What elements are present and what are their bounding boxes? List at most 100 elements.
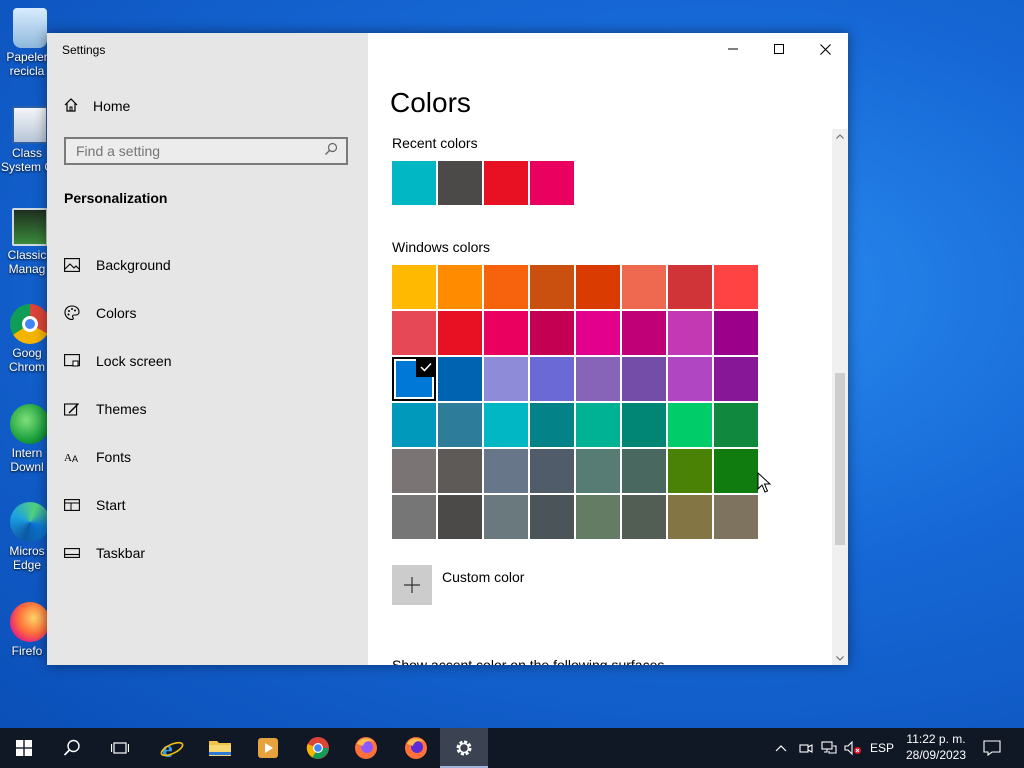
window-controls [710,33,848,65]
camera-icon [799,744,813,753]
color-swatch[interactable] [392,265,436,309]
color-swatch[interactable] [714,357,758,401]
color-swatch[interactable] [668,403,712,447]
color-swatch[interactable] [668,311,712,355]
color-swatch[interactable] [484,357,528,401]
sidebar-item-taskbar[interactable]: Taskbar [47,529,368,577]
color-swatch[interactable] [530,265,574,309]
taskbar-internet-explorer[interactable]: e [148,728,196,768]
scrollbar[interactable] [832,129,848,665]
scroll-down-icon[interactable] [832,651,848,665]
volume-button[interactable] [842,728,864,768]
language-indicator[interactable]: ESP [868,728,896,768]
sidebar-item-lock-screen[interactable]: Lock screen [47,337,368,385]
color-swatch[interactable] [714,265,758,309]
task-view-button[interactable] [96,728,144,768]
taskbar-search-button[interactable] [48,728,96,768]
color-swatch[interactable] [668,357,712,401]
color-swatch[interactable] [438,403,482,447]
color-swatch[interactable] [622,311,666,355]
color-swatch[interactable] [484,449,528,493]
color-swatch[interactable] [438,265,482,309]
search-icon[interactable] [324,142,338,161]
taskbar-file-explorer[interactable] [196,728,244,768]
color-swatch[interactable] [484,403,528,447]
taskbar-firefox[interactable] [342,728,390,768]
color-swatch[interactable] [484,311,528,355]
color-swatch[interactable] [668,495,712,539]
taskbar-media-player[interactable] [244,728,292,768]
sidebar-item-home[interactable]: Home [63,95,130,117]
network-button[interactable] [818,728,840,768]
chevron-up-icon [775,745,787,752]
notifications-button[interactable] [978,728,1006,768]
search-box[interactable] [64,137,348,165]
svg-text:A: A [72,454,78,464]
color-swatch[interactable] [576,311,620,355]
color-swatch[interactable] [392,403,436,447]
color-swatch[interactable] [622,449,666,493]
settings-window: Settings Home Personalization Background [47,33,848,665]
color-swatch[interactable] [576,449,620,493]
color-swatch[interactable] [530,311,574,355]
color-swatch[interactable] [438,449,482,493]
recent-color-swatch[interactable] [438,161,482,205]
color-swatch[interactable] [392,495,436,539]
color-swatch[interactable] [668,265,712,309]
color-swatch[interactable] [530,449,574,493]
start-button[interactable] [0,728,48,768]
sidebar-item-colors[interactable]: Colors [47,289,368,337]
color-swatch[interactable] [530,403,574,447]
search-input[interactable] [76,143,316,159]
color-swatch[interactable] [714,311,758,355]
custom-color-label: Custom color [442,569,525,585]
clock[interactable]: 11:22 p. m. 28/09/2023 [898,731,974,763]
color-swatch-selected[interactable] [392,357,436,401]
sidebar-item-label: Background [96,257,171,273]
maximize-button[interactable] [756,33,802,65]
taskbar-chrome[interactable] [294,728,342,768]
color-swatch[interactable] [438,495,482,539]
recent-color-swatch[interactable] [392,161,436,205]
taskbar-firefox-dev[interactable] [392,728,440,768]
color-swatch[interactable] [714,495,758,539]
sidebar-item-background[interactable]: Background [47,241,368,289]
minimize-button[interactable] [710,33,756,65]
scroll-up-icon[interactable] [832,129,848,143]
sidebar-home-label: Home [93,98,131,114]
color-swatch[interactable] [714,403,758,447]
color-swatch[interactable] [484,265,528,309]
color-swatch[interactable] [576,357,620,401]
color-swatch[interactable] [622,357,666,401]
custom-color-button[interactable]: Custom color [392,565,524,605]
meet-now-button[interactable] [796,728,816,768]
color-swatch[interactable] [438,357,482,401]
color-swatch[interactable] [576,403,620,447]
color-swatch[interactable] [530,495,574,539]
scrollbar-thumb[interactable] [835,373,845,545]
color-swatch[interactable] [622,403,666,447]
close-button[interactable] [802,33,848,65]
recent-color-swatch[interactable] [530,161,574,205]
color-swatch[interactable] [392,449,436,493]
color-swatch[interactable] [392,311,436,355]
color-swatch[interactable] [714,449,758,493]
color-swatch[interactable] [438,311,482,355]
color-swatch[interactable] [622,265,666,309]
sidebar-item-start[interactable]: Start [47,481,368,529]
recent-color-swatch[interactable] [484,161,528,205]
color-swatch[interactable] [576,265,620,309]
color-swatch[interactable] [622,495,666,539]
show-hidden-icons-button[interactable] [770,728,792,768]
sidebar-item-label: Lock screen [96,353,172,369]
svg-text:A: A [64,452,72,464]
color-swatch[interactable] [530,357,574,401]
taskbar-settings[interactable] [440,728,488,768]
sidebar-item-fonts[interactable]: AA Fonts [47,433,368,481]
sidebar-item-themes[interactable]: Themes [47,385,368,433]
color-swatch[interactable] [668,449,712,493]
file-explorer-icon [209,741,231,756]
color-swatch[interactable] [576,495,620,539]
recent-colors [392,161,574,205]
color-swatch[interactable] [484,495,528,539]
